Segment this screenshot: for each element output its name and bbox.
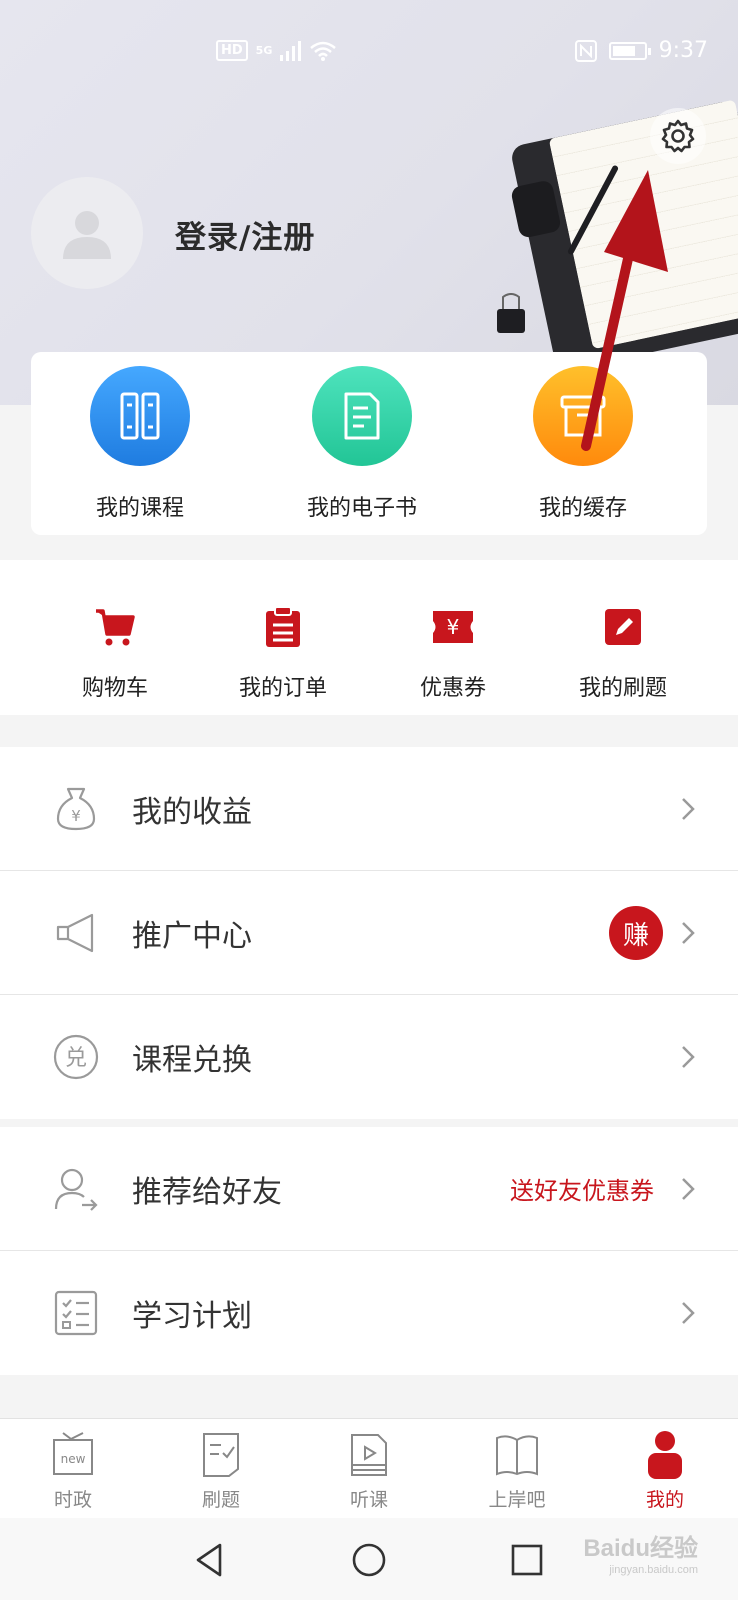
signal-icon [280, 40, 302, 61]
svg-text:new: new [61, 1452, 86, 1466]
wifi-icon [310, 41, 337, 61]
quick-label: 我的电子书 [306, 496, 417, 521]
quick-icon-circle [312, 366, 412, 466]
shortcut-label: 优惠券 [419, 676, 486, 701]
status-bar: HD 5G 9:37 [0, 0, 738, 100]
baidu-watermark: Baidu经验 [583, 1535, 698, 1562]
status-network-group: HD 5G [216, 40, 337, 61]
bottom-tab-bar: new 时政 刷题 听课 上岸吧 我的 [0, 1418, 738, 1518]
list-item-label: 推荐给好友 [132, 1174, 282, 1210]
clock: 9:37 [658, 38, 708, 63]
money-bag-icon: ¥ [56, 787, 96, 831]
baidu-watermark-url: jingyan.baidu.com [609, 1564, 698, 1576]
tab-label: 听课 [349, 1489, 388, 1511]
chevron-right-icon [682, 1302, 695, 1324]
quick-actions-card: 我的课程 我的电子书 我的缓存 [31, 352, 707, 535]
share-user-icon [54, 1168, 98, 1211]
shortcut-label: 购物车 [81, 676, 148, 701]
my-orders-button[interactable]: 我的订单 [213, 604, 353, 702]
status-right-group: 9:37 [574, 38, 708, 63]
list-item-label: 课程兑换 [132, 1043, 252, 1078]
chevron-right-icon [682, 922, 695, 944]
tab-label: 上岸吧 [488, 1489, 546, 1511]
user-silhouette-icon [63, 211, 111, 259]
open-book-icon [496, 1435, 538, 1476]
list-item-study-plan[interactable]: 学习计划 [0, 1251, 738, 1375]
list-item-course-exchange[interactable]: 兑 课程兑换 [0, 995, 738, 1119]
list-item-earnings[interactable]: ¥ 我的收益 [0, 747, 738, 871]
svg-text:¥: ¥ [71, 807, 81, 825]
tab-label: 刷题 [201, 1489, 240, 1511]
quick-icon-circle [533, 366, 633, 466]
login-register-link[interactable]: 登录/注册 [175, 212, 315, 257]
list-item-label: 学习计划 [132, 1299, 252, 1334]
chevron-right-icon [682, 1046, 695, 1068]
document-icon [344, 392, 380, 440]
shortcut-row: 购物车 我的订单 ¥ 优惠券 我的刷题 [0, 560, 738, 715]
user-icon [648, 1431, 682, 1479]
play-book-icon [351, 1434, 387, 1476]
menu-group-social: 推荐给好友 送好友优惠券 学习计划 [0, 1127, 738, 1375]
exchange-icon: 兑 [53, 1034, 99, 1080]
profile-header: HD 5G 9:37 登录/注册 [0, 0, 738, 405]
back-icon[interactable] [190, 1540, 230, 1580]
svg-text:¥: ¥ [447, 615, 460, 639]
battery-icon [608, 41, 651, 60]
quick-label: 我的课程 [95, 496, 184, 521]
hd-indicator: HD [216, 40, 248, 61]
box-icon [560, 395, 606, 437]
svg-text:兑: 兑 [65, 1046, 87, 1071]
coupon-icon: ¥ [433, 611, 473, 643]
my-practice-button[interactable]: 我的刷题 [553, 604, 693, 702]
tab-news[interactable]: new 时政 [23, 1429, 123, 1512]
network-type: 5G [255, 44, 273, 57]
edit-icon [605, 609, 641, 645]
quick-icon-circle [90, 366, 190, 466]
coupons-button[interactable]: ¥ 优惠券 [383, 604, 523, 702]
tab-practice[interactable]: 刷题 [171, 1429, 271, 1512]
my-courses-button[interactable]: 我的课程 [65, 366, 215, 522]
list-item-recommend-friend[interactable]: 推荐给好友 送好友优惠券 [0, 1127, 738, 1251]
friend-coupon-promo: 送好友优惠券 [510, 1177, 654, 1205]
list-item-promotion-center[interactable]: 推广中心 赚 [0, 871, 738, 995]
recents-icon[interactable] [507, 1540, 547, 1580]
tab-label: 时政 [53, 1489, 92, 1511]
tab-shangan[interactable]: 上岸吧 [467, 1429, 567, 1512]
shortcut-label: 我的刷题 [578, 676, 667, 701]
tab-label: 我的 [645, 1489, 684, 1511]
chevron-right-icon [682, 798, 695, 820]
system-navigation-bar: Baidu经验 jingyan.baidu.com [0, 1518, 738, 1600]
settings-button[interactable] [650, 108, 706, 164]
nfc-icon [574, 39, 597, 62]
cart-button[interactable]: 购物车 [45, 604, 185, 702]
shortcut-label: 我的订单 [238, 676, 327, 701]
binder-clip-decoration [497, 293, 525, 333]
menu-group-earnings: ¥ 我的收益 推广中心 赚 兑 课程兑换 [0, 747, 738, 1119]
tab-lectures[interactable]: 听课 [319, 1429, 419, 1512]
tv-new-icon: new [53, 1432, 93, 1475]
home-icon[interactable] [349, 1540, 389, 1580]
checklist-icon [54, 1290, 98, 1336]
list-item-label: 我的收益 [132, 794, 252, 830]
list-item-label: 推广中心 [132, 918, 252, 954]
chevron-right-icon [682, 1178, 695, 1200]
book-icon [120, 392, 160, 440]
exam-icon [203, 1433, 239, 1477]
gear-icon [661, 119, 695, 153]
avatar[interactable] [31, 177, 143, 289]
quick-label: 我的缓存 [538, 496, 627, 521]
tab-mine[interactable]: 我的 [615, 1429, 715, 1512]
megaphone-icon [56, 913, 94, 953]
my-cache-button[interactable]: 我的缓存 [508, 366, 658, 522]
my-ebooks-button[interactable]: 我的电子书 [287, 366, 437, 522]
earn-badge: 赚 [609, 906, 663, 960]
cart-icon [96, 609, 135, 646]
clipboard-icon [266, 606, 300, 647]
